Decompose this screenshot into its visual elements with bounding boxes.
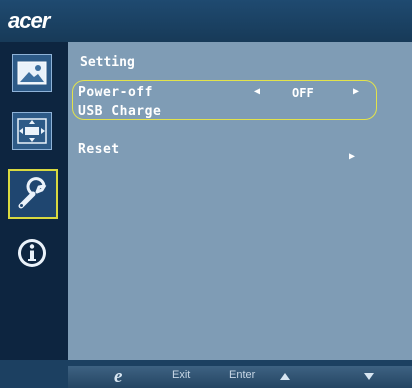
brand-logo: acer: [8, 8, 50, 33]
info-icon: [18, 239, 46, 267]
reset-arrow-icon[interactable]: ▶: [349, 151, 355, 162]
top-bar: acer: [0, 0, 412, 42]
sidebar-item-display[interactable]: [12, 112, 52, 150]
selection-highlight: [72, 80, 377, 120]
enter-label[interactable]: Enter: [229, 369, 255, 381]
bottom-bar: e Exit Enter: [68, 366, 412, 388]
up-arrow-icon[interactable]: [280, 373, 290, 380]
sidebar-item-setting[interactable]: [8, 169, 58, 219]
sidebar-item-information[interactable]: [12, 234, 52, 272]
picture-icon: [17, 61, 47, 85]
panel-title: Setting: [80, 55, 135, 70]
wrench-icon: [18, 177, 47, 209]
e-key-icon[interactable]: e: [114, 366, 134, 387]
sidebar: [0, 42, 68, 360]
osd-menu: acer Setting Power-off ◀ OFF ▶ USB Charg…: [0, 0, 412, 388]
down-arrow-icon[interactable]: [364, 373, 374, 380]
sidebar-item-picture[interactable]: [12, 54, 52, 92]
exit-label[interactable]: Exit: [172, 369, 190, 381]
reset-label[interactable]: Reset: [78, 142, 120, 157]
display-position-icon: [17, 118, 47, 144]
